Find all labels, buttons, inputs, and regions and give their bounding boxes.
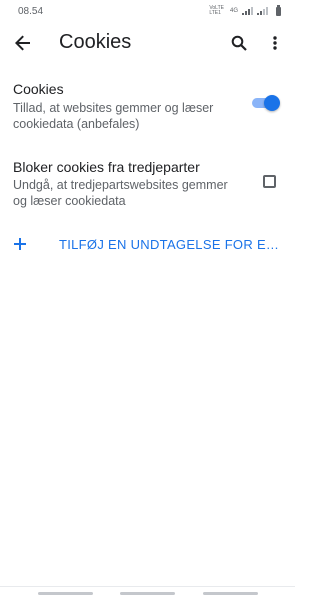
cookies-toggle[interactable] [252,95,280,111]
search-icon [231,35,247,51]
cookies-preference-summary: Tillad, at websites gemmer og læser cook… [13,101,214,131]
nav-recent-apps-handle[interactable] [38,592,93,595]
add-site-exception-button[interactable]: TILFØJ EN UNDTAGELSE FOR ET WEBSTED [0,229,295,259]
nav-back-handle[interactable] [203,592,258,595]
status-time: 08.54 [18,5,44,17]
nav-home-handle[interactable] [120,592,175,595]
toggle-thumb [264,95,280,111]
cookies-preference-title: Cookies [13,81,64,97]
block-third-party-title: Bloker cookies fra tredjeparter [13,159,200,175]
status-icons: VoLTE LTE1 4G [209,4,281,16]
back-button[interactable] [10,30,36,56]
network-bottom-label: LTE1 [209,10,221,16]
network-indicator: VoLTE LTE1 [209,6,224,16]
arrow-back-icon [15,35,30,51]
block-third-party-summary: Undgå, at tredjepartswebsites gemmer og … [13,178,228,208]
block-third-party-checkbox[interactable] [263,175,276,188]
navigation-bar [0,586,295,600]
status-bar: 08.54 VoLTE LTE1 4G [0,0,295,22]
search-button[interactable] [227,31,251,55]
more-options-button[interactable] [265,31,285,55]
network-type-label: 4G [229,8,238,14]
cookies-settings-screen: 08.54 VoLTE LTE1 4G Cookies Cookies Till… [0,0,295,600]
signal-icon [242,7,253,15]
cookies-preference[interactable]: Cookies Tillad, at websites gemmer og læ… [0,76,295,136]
battery-icon [276,4,281,16]
app-bar: Cookies [0,22,295,64]
block-third-party-preference[interactable]: Bloker cookies fra tredjeparter Undgå, a… [0,154,295,214]
signal-icon-2 [257,7,268,15]
plus-icon [14,238,26,250]
page-title: Cookies [59,31,132,53]
add-site-exception-label: TILFØJ EN UNDTAGELSE FOR ET WEBSTED [59,237,281,252]
more-vert-icon [273,36,277,50]
